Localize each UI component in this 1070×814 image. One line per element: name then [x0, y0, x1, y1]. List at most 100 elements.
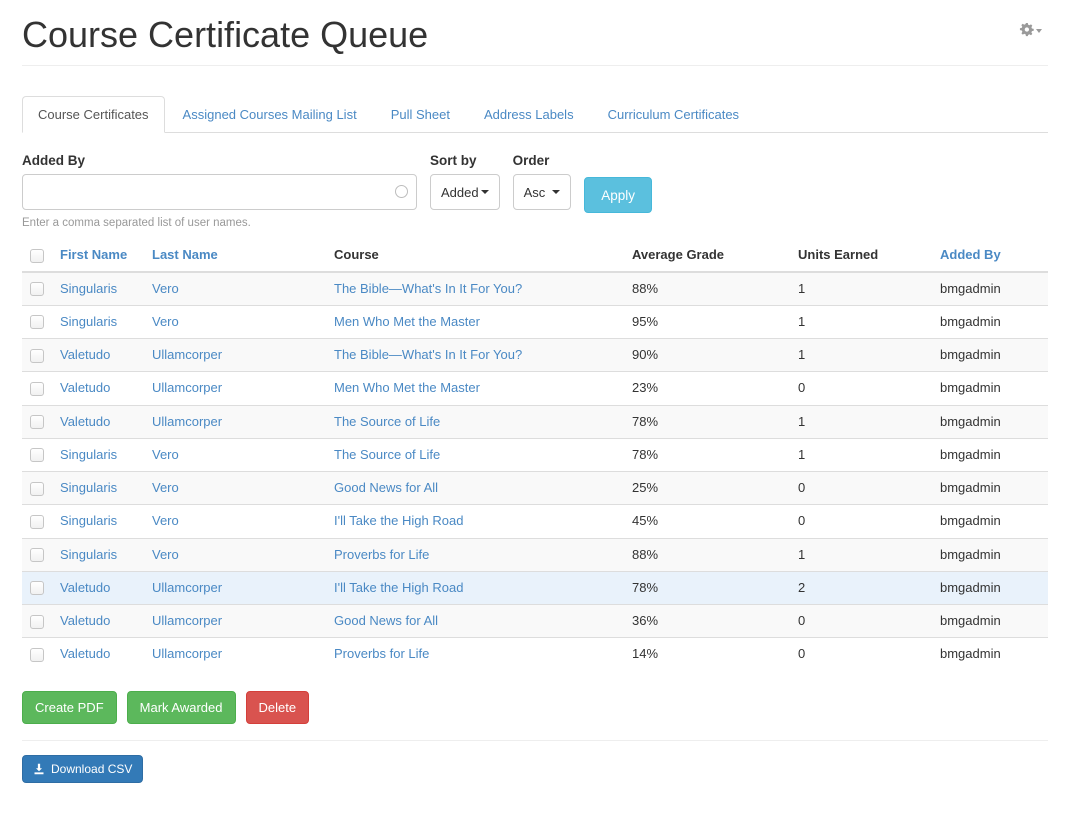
chevron-down-icon — [1036, 29, 1042, 33]
row-checkbox[interactable] — [30, 382, 44, 396]
last-name-cell: Ullamcorper — [144, 638, 326, 671]
added-by-input[interactable] — [22, 174, 417, 210]
tab-pull-sheet[interactable]: Pull Sheet — [375, 96, 466, 133]
sort-first-name-link[interactable]: First Name — [60, 247, 127, 262]
settings-menu-button[interactable] — [1019, 22, 1042, 37]
delete-button[interactable]: Delete — [246, 691, 310, 724]
tab-course-certificates[interactable]: Course Certificates — [22, 96, 165, 133]
added-by-cell: bmgadmin — [932, 372, 1048, 405]
row-checkbox[interactable] — [30, 548, 44, 562]
course-link[interactable]: I'll Take the High Road — [334, 580, 463, 595]
row-checkbox[interactable] — [30, 648, 44, 662]
last-name-link[interactable]: Vero — [152, 547, 179, 562]
mark-awarded-button[interactable]: Mark Awarded — [127, 691, 236, 724]
row-checkbox[interactable] — [30, 615, 44, 629]
added-by-cell: bmgadmin — [932, 438, 1048, 471]
course-link[interactable]: The Source of Life — [334, 414, 440, 429]
row-checkbox[interactable] — [30, 581, 44, 595]
last-name-link[interactable]: Vero — [152, 281, 179, 296]
last-name-link[interactable]: Vero — [152, 513, 179, 528]
row-checkbox[interactable] — [30, 282, 44, 296]
row-checkbox[interactable] — [30, 315, 44, 329]
caret-down-icon — [481, 190, 489, 194]
added-by-cell: bmgadmin — [932, 638, 1048, 671]
course-link[interactable]: The Bible—What's In It For You? — [334, 281, 522, 296]
first-name-link[interactable]: Valetudo — [60, 380, 110, 395]
course-cell: The Bible—What's In It For You? — [326, 272, 624, 306]
course-link[interactable]: Proverbs for Life — [334, 547, 429, 562]
tab-address-labels[interactable]: Address Labels — [468, 96, 590, 133]
last-name-link[interactable]: Ullamcorper — [152, 347, 222, 362]
last-name-link[interactable]: Vero — [152, 480, 179, 495]
units-earned-cell: 0 — [790, 505, 932, 538]
first-name-link[interactable]: Valetudo — [60, 613, 110, 628]
first-name-link[interactable]: Singularis — [60, 281, 117, 296]
row-checkbox[interactable] — [30, 349, 44, 363]
row-select-cell — [22, 372, 52, 405]
first-name-link[interactable]: Singularis — [60, 480, 117, 495]
first-name-cell: Valetudo — [52, 571, 144, 604]
last-name-link[interactable]: Ullamcorper — [152, 414, 222, 429]
last-name-link[interactable]: Ullamcorper — [152, 380, 222, 395]
table-row: Singularis Vero The Bible—What's In It F… — [22, 272, 1048, 306]
average-grade-cell: 88% — [624, 538, 790, 571]
table-header-row: First Name Last Name Course Average Grad… — [22, 239, 1048, 272]
title-divider — [22, 65, 1048, 66]
last-name-link[interactable]: Ullamcorper — [152, 580, 222, 595]
column-last-name: Last Name — [144, 239, 326, 272]
first-name-link[interactable]: Singularis — [60, 447, 117, 462]
first-name-link[interactable]: Valetudo — [60, 414, 110, 429]
last-name-link[interactable]: Vero — [152, 447, 179, 462]
tab-assigned-courses-mailing-list[interactable]: Assigned Courses Mailing List — [167, 96, 373, 133]
select-all-checkbox[interactable] — [30, 249, 44, 263]
average-grade-cell: 78% — [624, 571, 790, 604]
last-name-link[interactable]: Vero — [152, 314, 179, 329]
create-pdf-button[interactable]: Create PDF — [22, 691, 117, 724]
average-grade-cell: 14% — [624, 638, 790, 671]
tab-curriculum-certificates[interactable]: Curriculum Certificates — [592, 96, 755, 133]
added-by-help-text: Enter a comma separated list of user nam… — [22, 217, 417, 229]
row-select-cell — [22, 571, 52, 604]
column-added-by: Added By — [932, 239, 1048, 272]
last-name-link[interactable]: Ullamcorper — [152, 646, 222, 661]
course-link[interactable]: Men Who Met the Master — [334, 314, 480, 329]
course-cell: Good News for All — [326, 472, 624, 505]
first-name-link[interactable]: Singularis — [60, 314, 117, 329]
row-checkbox[interactable] — [30, 515, 44, 529]
course-link[interactable]: I'll Take the High Road — [334, 513, 463, 528]
download-csv-button[interactable]: Download CSV — [22, 755, 143, 783]
course-link[interactable]: The Bible—What's In It For You? — [334, 347, 522, 362]
first-name-cell: Valetudo — [52, 638, 144, 671]
course-link[interactable]: The Source of Life — [334, 447, 440, 462]
first-name-link[interactable]: Singularis — [60, 547, 117, 562]
row-checkbox[interactable] — [30, 482, 44, 496]
course-link[interactable]: Men Who Met the Master — [334, 380, 480, 395]
course-link[interactable]: Good News for All — [334, 613, 438, 628]
sort-last-name-link[interactable]: Last Name — [152, 247, 218, 262]
first-name-link[interactable]: Valetudo — [60, 580, 110, 595]
last-name-cell: Vero — [144, 305, 326, 338]
row-checkbox[interactable] — [30, 448, 44, 462]
sort-by-dropdown[interactable]: Added — [430, 174, 500, 210]
first-name-link[interactable]: Valetudo — [60, 646, 110, 661]
download-csv-label: Download CSV — [51, 762, 132, 776]
added-by-cell: bmgadmin — [932, 505, 1048, 538]
course-link[interactable]: Good News for All — [334, 480, 438, 495]
first-name-link[interactable]: Valetudo — [60, 347, 110, 362]
sort-added-by-link[interactable]: Added By — [940, 247, 1001, 262]
apply-button[interactable]: Apply — [584, 177, 652, 213]
first-name-link[interactable]: Singularis — [60, 513, 117, 528]
row-checkbox[interactable] — [30, 415, 44, 429]
course-cell: Men Who Met the Master — [326, 372, 624, 405]
download-icon — [33, 763, 45, 775]
order-dropdown[interactable]: Asc — [513, 174, 572, 210]
course-link[interactable]: Proverbs for Life — [334, 646, 429, 661]
row-select-cell — [22, 605, 52, 638]
select-all-cell — [22, 239, 52, 272]
last-name-cell: Vero — [144, 438, 326, 471]
last-name-cell: Ullamcorper — [144, 571, 326, 604]
table-row: Singularis Vero Proverbs for Life 88% 1 … — [22, 538, 1048, 571]
column-average-grade: Average Grade — [624, 239, 790, 272]
last-name-link[interactable]: Ullamcorper — [152, 613, 222, 628]
row-select-cell — [22, 638, 52, 671]
